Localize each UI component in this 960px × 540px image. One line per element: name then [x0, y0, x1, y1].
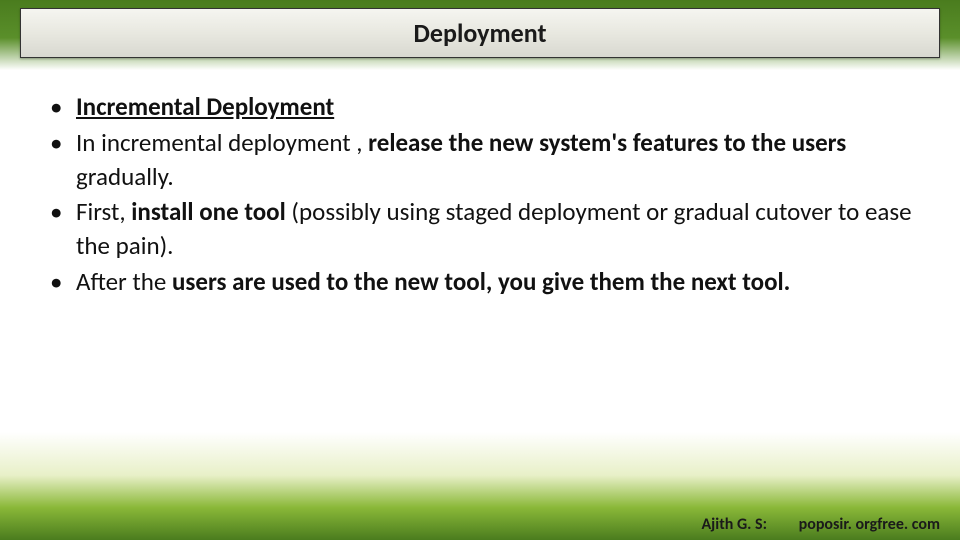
- footer: Ajith G. S: poposir. orgfree. com: [701, 515, 940, 534]
- slide-content: Incremental Deployment In incremental de…: [40, 90, 920, 301]
- bullet-text-prefix: First,: [76, 196, 131, 227]
- bullet-bold: users are used to the new tool, you give…: [172, 266, 790, 297]
- title-bar: Deployment: [20, 8, 940, 58]
- bullet-heading: Incremental Deployment: [76, 91, 334, 122]
- slide-title: Deployment: [21, 17, 939, 49]
- bullet-item: First, install one tool (possibly using …: [40, 195, 920, 263]
- bullet-text-rest: gradually.: [76, 161, 174, 192]
- bullet-bold: install one tool: [131, 196, 285, 227]
- bullet-item: In incremental deployment , release the …: [40, 126, 920, 194]
- footer-author: Ajith G. S:: [701, 515, 767, 534]
- bullet-item: After the users are used to the new tool…: [40, 265, 920, 299]
- bullet-text-prefix: After the: [76, 266, 172, 297]
- bullet-list: Incremental Deployment In incremental de…: [40, 90, 920, 299]
- footer-site: poposir. orgfree. com: [799, 515, 940, 534]
- bullet-bold: release the new system's features to the…: [368, 127, 846, 158]
- bullet-item: Incremental Deployment: [40, 90, 920, 124]
- bullet-text-prefix: In incremental deployment ,: [76, 127, 368, 158]
